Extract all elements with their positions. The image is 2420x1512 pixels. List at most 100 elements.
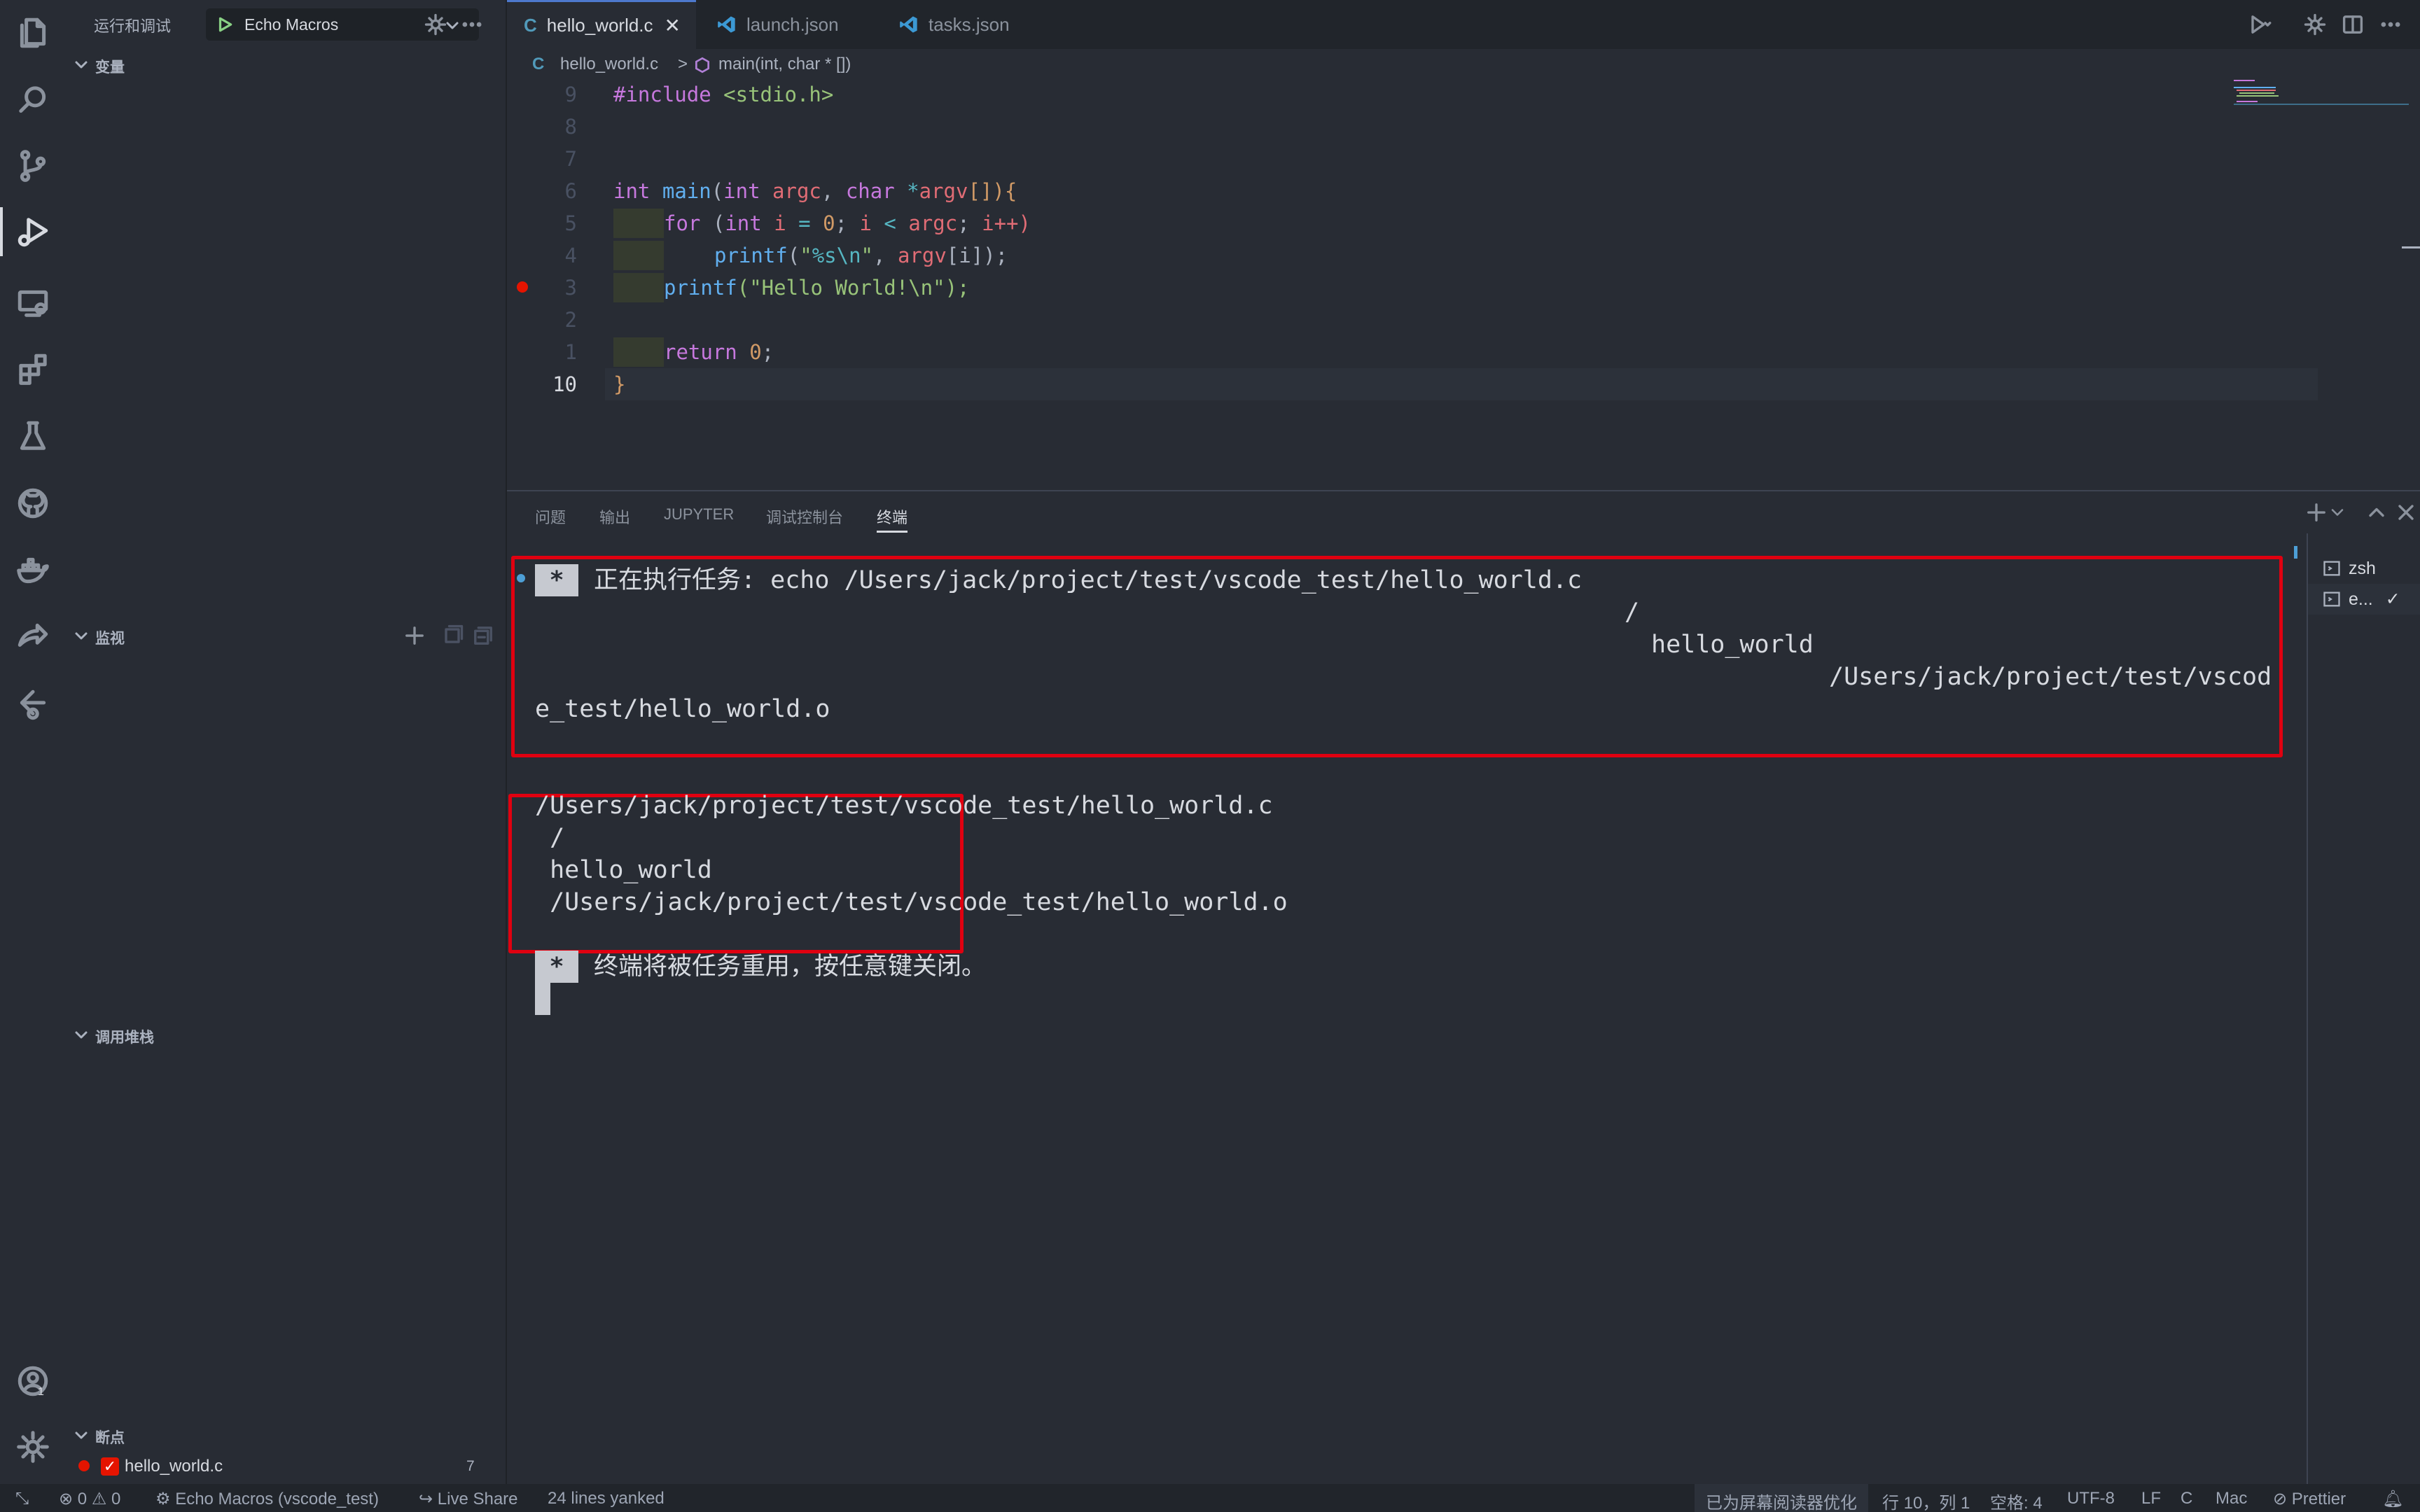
tab-problems[interactable]: 问题 <box>535 505 566 528</box>
scrollbar-marker <box>2402 246 2420 248</box>
run-debug-icon[interactable] <box>0 207 66 256</box>
chevron-down-icon[interactable] <box>2328 503 2347 522</box>
settings-gear-icon[interactable] <box>0 1422 66 1471</box>
collapse-all-icon[interactable] <box>471 623 496 648</box>
more-actions-icon[interactable] <box>459 12 485 37</box>
language-mode[interactable]: C <box>2181 1489 2192 1508</box>
prettier-status[interactable]: ⊘ Prettier <box>2273 1489 2346 1509</box>
code-token: argc <box>908 211 958 235</box>
vscode-icon <box>718 16 735 33</box>
terminal-text: /Users/jack/project/test/vscode_test/hel… <box>535 792 1273 820</box>
code-token: " <box>861 244 874 267</box>
activity-bar: 1 <box>0 0 66 1484</box>
debug-settings-gear-icon[interactable] <box>423 12 448 37</box>
code-token: 0 <box>823 211 835 235</box>
terminal-output[interactable]: * 正在执行任务: echo /Users/jack/project/test/v… <box>507 532 2300 1484</box>
minimap-line <box>2234 87 2276 88</box>
add-expression-icon[interactable] <box>402 623 427 648</box>
tab-label: launch.json <box>746 13 839 35</box>
live-share-icon[interactable] <box>0 612 66 661</box>
code-token: ( <box>712 211 725 235</box>
tab-label: tasks.json <box>929 13 1010 35</box>
live-share-icon: ↪ <box>419 1490 433 1508</box>
terminal-label: e... <box>2349 589 2373 609</box>
tab-output[interactable]: 输出 <box>599 505 630 528</box>
indentation[interactable]: 空格: 4 <box>1990 1489 2043 1512</box>
accounts-icon[interactable]: 1 <box>0 1357 66 1406</box>
terminal-text: e_test/hello_world.o <box>535 695 830 723</box>
docker-icon[interactable] <box>0 546 66 595</box>
source-control-icon[interactable] <box>0 141 66 190</box>
code-token: < <box>884 211 896 235</box>
extensions-icon[interactable] <box>0 344 66 393</box>
end-of-line[interactable]: LF <box>2141 1489 2161 1508</box>
chevron-down-icon <box>75 1432 88 1439</box>
screen-reader-status[interactable]: 已为屏幕阅读器优化 <box>1695 1484 1868 1512</box>
code-token: int <box>725 211 762 235</box>
start-debugging-icon[interactable] <box>216 15 234 34</box>
prettier-label: Prettier <box>2291 1490 2346 1508</box>
breakpoint-item[interactable]: ✓ hello_world.c 7 <box>66 1452 507 1480</box>
terminal-icon <box>2323 592 2340 607</box>
platform[interactable]: Mac <box>2216 1489 2247 1508</box>
more-actions-icon[interactable] <box>2378 12 2403 37</box>
line-number: 1 <box>564 340 577 364</box>
run-code-icon[interactable] <box>2246 12 2272 37</box>
refresh-icon[interactable] <box>440 623 465 648</box>
debug-config-status[interactable]: ⚙ Echo Macros (vscode_test) <box>155 1489 379 1509</box>
indent-guide <box>613 241 664 270</box>
notifications-bell-icon[interactable]: 🔔︎ <box>2382 1489 2403 1509</box>
tab-label: hello_world.c <box>546 15 653 36</box>
settings-gear-icon[interactable] <box>2302 12 2328 37</box>
terminal-list-item[interactable]: zsh <box>2308 553 2420 584</box>
problems-indicator[interactable]: ⊗ 0 ⚠ 0 <box>59 1489 120 1509</box>
tab-tasks-json[interactable]: tasks.json <box>899 0 1081 49</box>
code-token: , <box>821 179 834 203</box>
code-token: return <box>664 340 737 364</box>
status-message: 24 lines yanked <box>548 1489 665 1508</box>
call-stack-section-header[interactable]: 调用堆栈 <box>66 1021 507 1049</box>
vscode-icon <box>900 16 917 33</box>
files-icon[interactable] <box>0 8 66 57</box>
code-token: main <box>662 179 711 203</box>
timeline-icon[interactable] <box>0 680 66 729</box>
prettier-icon: ⊘ <box>2273 1490 2288 1508</box>
minimap-line <box>2234 80 2255 81</box>
code-line: } <box>613 368 625 400</box>
line-number: 7 <box>564 147 577 171</box>
tab-hello-world-c[interactable]: C hello_world.c ✕ <box>507 0 696 49</box>
search-icon[interactable] <box>0 76 66 125</box>
code-token: %s\n <box>812 244 861 267</box>
breakpoint-checkbox[interactable]: ✓ <box>101 1457 119 1476</box>
terminal-list-item-active[interactable]: e... ✓ <box>2308 584 2420 615</box>
live-share-status[interactable]: ↪ Live Share <box>419 1489 518 1509</box>
breakpoints-section-header[interactable]: 断点 <box>66 1421 507 1449</box>
section-label-watch: 监视 <box>95 631 125 647</box>
close-icon[interactable]: ✕ <box>665 14 681 37</box>
github-icon[interactable] <box>0 479 66 528</box>
minimap[interactable] <box>2234 78 2409 113</box>
split-editor-icon[interactable] <box>2340 12 2365 37</box>
task-marker: * <box>535 564 578 596</box>
tab-launch-json[interactable]: launch.json <box>717 0 899 49</box>
terminal-cursor <box>535 983 550 1015</box>
tab-jupyter[interactable]: JUPYTER <box>664 505 734 524</box>
breadcrumb-symbol[interactable]: main(int, char * []) <box>718 55 851 74</box>
remote-indicator-icon[interactable]: ⤡ <box>15 1489 29 1508</box>
new-terminal-icon[interactable] <box>2304 500 2329 525</box>
close-panel-icon[interactable] <box>2393 500 2419 525</box>
encoding[interactable]: UTF-8 <box>2067 1489 2115 1508</box>
maximize-panel-icon[interactable] <box>2364 500 2389 525</box>
code-token: ; <box>835 211 847 235</box>
breadcrumb-file[interactable]: hello_world.c <box>560 55 658 74</box>
warning-icon: ⚠ <box>91 1490 107 1508</box>
tab-terminal[interactable]: 终端 <box>877 505 908 533</box>
task-marker: * <box>535 951 578 983</box>
remote-explorer-icon[interactable] <box>0 279 66 328</box>
watch-section-header[interactable]: 监视 <box>66 622 507 650</box>
cursor-position[interactable]: 行 10，列 1 <box>1882 1489 1970 1512</box>
testing-icon[interactable] <box>0 412 66 461</box>
variables-section-header[interactable]: 变量 <box>66 50 507 78</box>
tab-debug-console[interactable]: 调试控制台 <box>766 505 843 528</box>
terminal-icon <box>2323 561 2340 576</box>
